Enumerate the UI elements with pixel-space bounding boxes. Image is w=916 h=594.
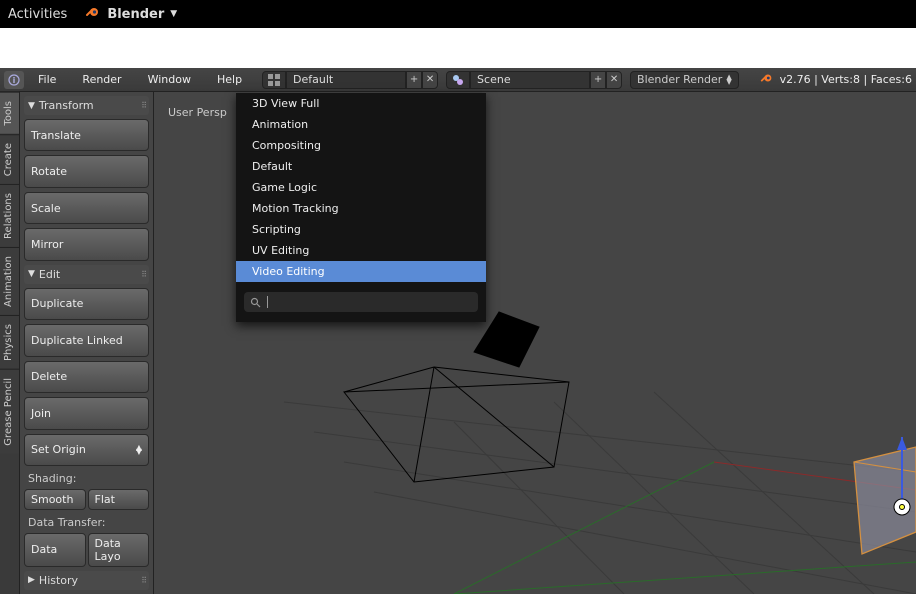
menu-render[interactable]: Render [70,73,133,86]
side-tab-physics[interactable]: Physics [0,315,19,369]
tool-shelf: ▼ Transform ⠿ Translate Rotate Scale Mir… [20,92,154,594]
chevron-down-icon: ▼ [170,9,177,19]
activities-button[interactable]: Activities [8,7,67,22]
select-arrows-icon: ▲▼ [136,446,142,454]
panel-title: History [39,574,78,587]
menu-window[interactable]: Window [136,73,203,86]
disclosure-down-icon: ▼ [28,101,35,111]
select-arrows-icon: ▲▼ [726,75,731,85]
text-cursor [267,296,268,308]
duplicate-button[interactable]: Duplicate [24,288,149,320]
app-menu[interactable]: Blender ▼ [85,4,177,24]
panel-header-history[interactable]: ▶ History ⠿ [24,571,149,590]
join-button[interactable]: Join [24,397,149,429]
grip-icon: ⠿ [141,101,145,110]
scene-field[interactable]: Scene [470,71,590,89]
smooth-button[interactable]: Smooth [24,489,86,510]
render-engine-label: Blender Render [637,73,722,86]
set-origin-select[interactable]: Set Origin ▲▼ [24,434,149,466]
panel-title: Transform [39,99,94,112]
tool-shelf-tabs: Tools Create Relations Animation Physics… [0,92,20,594]
screen-layout-selector[interactable]: Default + ✕ [262,71,438,89]
grip-icon: ⠿ [141,270,145,279]
duplicate-linked-button[interactable]: Duplicate Linked [24,324,149,356]
add-layout-button[interactable]: + [406,71,422,89]
os-top-bar: Activities Blender ▼ [0,0,916,28]
grip-icon: ⠿ [141,576,145,585]
side-tab-tools[interactable]: Tools [0,92,19,134]
side-tab-relations[interactable]: Relations [0,184,19,247]
data-button[interactable]: Data [24,533,86,567]
side-tab-animation[interactable]: Animation [0,247,19,315]
data-layout-button[interactable]: Data Layo [88,533,150,567]
scene-icon [446,71,470,89]
layout-option-scripting[interactable]: Scripting [236,219,486,240]
flat-button[interactable]: Flat [88,489,150,510]
layout-option-default[interactable]: Default [236,156,486,177]
camera-wireframe [344,312,569,482]
search-icon [250,293,261,312]
disclosure-down-icon: ▼ [28,269,35,279]
info-editor-icon[interactable]: i [4,71,24,89]
shading-label: Shading: [24,470,149,485]
menu-help[interactable]: Help [205,73,254,86]
layout-option-game-logic[interactable]: Game Logic [236,177,486,198]
screen-layout-dropdown: 3D View Full Animation Compositing Defau… [236,93,486,322]
scale-button[interactable]: Scale [24,192,149,224]
stats-text: v2.76 | Verts:8 | Faces:6 [780,73,912,86]
scene-selector[interactable]: Scene + ✕ [446,71,622,89]
disclosure-right-icon: ▶ [28,575,35,585]
remove-scene-button[interactable]: ✕ [606,71,622,89]
layout-option-uv-editing[interactable]: UV Editing [236,240,486,261]
layout-option-compositing[interactable]: Compositing [236,135,486,156]
layout-search-input[interactable] [244,292,478,312]
data-transfer-label: Data Transfer: [24,514,149,529]
layout-option-animation[interactable]: Animation [236,114,486,135]
remove-layout-button[interactable]: ✕ [422,71,438,89]
layout-option-3d-view-full[interactable]: 3D View Full [236,93,486,114]
menu-file[interactable]: File [26,73,68,86]
rotate-button[interactable]: Rotate [24,155,149,187]
add-scene-button[interactable]: + [590,71,606,89]
window-gap [0,28,916,68]
delete-button[interactable]: Delete [24,361,149,393]
translate-button[interactable]: Translate [24,119,149,151]
screen-layout-field[interactable]: Default [286,71,406,89]
blender-icon [85,4,101,24]
set-origin-label: Set Origin [31,443,86,456]
side-tab-create[interactable]: Create [0,134,19,184]
app-name-label: Blender [107,7,164,22]
y-axis [454,562,916,594]
side-tab-grease-pencil[interactable]: Grease Pencil [0,369,19,454]
panel-header-edit[interactable]: ▼ Edit ⠿ [24,265,149,284]
blender-logo-icon [760,71,774,88]
render-engine-select[interactable]: Blender Render ▲▼ [630,71,739,89]
screen-layout-icon [262,71,286,89]
header-stats: v2.76 | Verts:8 | Faces:6 [760,71,912,88]
panel-header-transform[interactable]: ▼ Transform ⠿ [24,96,149,115]
mirror-button[interactable]: Mirror [24,228,149,260]
default-cube [854,437,916,554]
panel-title: Edit [39,268,60,281]
svg-text:i: i [13,76,16,85]
blender-header: i File Render Window Help Default + ✕ Sc… [0,68,916,92]
layout-option-video-editing[interactable]: Video Editing [236,261,486,282]
layout-option-motion-tracking[interactable]: Motion Tracking [236,198,486,219]
